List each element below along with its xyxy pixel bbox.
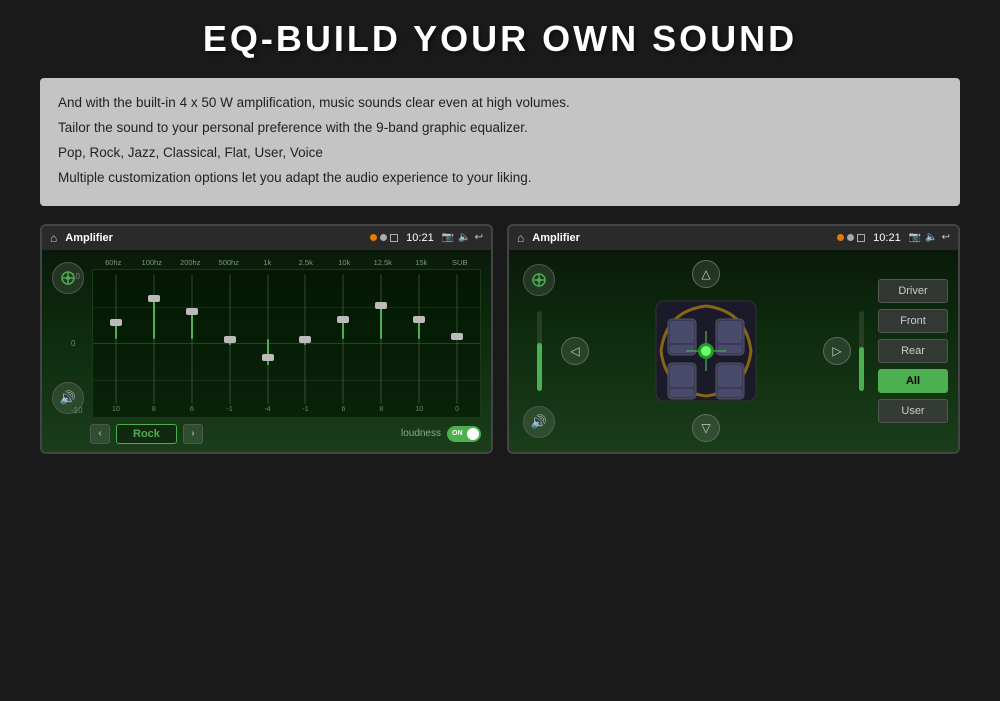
speaker-title: Amplifier — [532, 232, 833, 244]
eq-status-bar: ⌂ Amplifier 10:21 📷 🔈 ↩ — [42, 226, 491, 250]
car-seats-diagram — [646, 291, 766, 411]
toggle-knob — [467, 428, 479, 440]
eq-y-10: 10 — [71, 272, 83, 281]
speaker-status-bar: ⌂ Amplifier 10:21 📷 🔈 ↩ — [509, 226, 958, 250]
speaker-status-icons — [837, 234, 865, 242]
freq-60hz: 60hz — [101, 258, 125, 267]
speaker-camera-icon: 📷 — [909, 232, 921, 243]
eq-time: 10:21 — [406, 232, 434, 244]
zone-driver-btn[interactable]: Driver — [878, 279, 948, 303]
toggle-on-text: ON — [452, 430, 463, 437]
nav-left-icon: ◁ — [570, 344, 579, 358]
speaker-vol-icon: 🔈 — [925, 232, 937, 243]
zone-buttons: Driver Front Rear All User — [878, 258, 948, 444]
nav-right-icon: ▷ — [832, 344, 841, 358]
eq-title: Amplifier — [65, 232, 366, 244]
eq-y-neg10: -10 — [71, 406, 83, 415]
slider-10k-label: 6 — [341, 406, 345, 413]
zone-all-btn[interactable]: All — [878, 369, 948, 393]
freq-sub: SUB — [448, 258, 472, 267]
eq-home-icon[interactable]: ⌂ — [50, 231, 57, 245]
slider-1k-label: -4 — [264, 406, 270, 413]
slider-60hz-label: 10 — [112, 406, 120, 413]
eq-status-square — [390, 234, 398, 242]
freq-10k: 10k — [332, 258, 356, 267]
freq-12k5: 12.5k — [371, 258, 395, 267]
desc-line-1: And with the built-in 4 x 50 W amplifica… — [58, 92, 942, 115]
loudness-label: loudness — [401, 428, 441, 439]
eq-screen: ⌂ Amplifier 10:21 📷 🔈 ↩ — [40, 224, 493, 454]
speaker-home-icon[interactable]: ⌂ — [517, 231, 524, 245]
vol-bar-right — [859, 347, 864, 391]
speaker-status-square — [857, 234, 865, 242]
zone-rear-btn[interactable]: Rear — [878, 339, 948, 363]
freq-1k: 1k — [255, 258, 279, 267]
eq-vol-icon: 🔈 — [458, 232, 470, 243]
speaker-body: 🔊 △ ▽ — [509, 250, 958, 452]
desc-line-2: Tailor the sound to your personal prefer… — [58, 117, 942, 140]
slider-15k-label: 10 — [415, 406, 423, 413]
speaker-tune-icon[interactable] — [523, 264, 555, 296]
slider-12k5-label: 8 — [379, 406, 383, 413]
freq-15k: 15k — [409, 258, 433, 267]
eq-next-btn[interactable]: › — [183, 424, 203, 444]
zone-front-btn[interactable]: Front — [878, 309, 948, 333]
nav-right-btn[interactable]: ▷ — [823, 337, 851, 365]
eq-prev-btn[interactable]: ‹ — [90, 424, 110, 444]
eq-preset-label[interactable]: Rock — [116, 424, 177, 444]
slider-2k5-label: -1 — [302, 406, 308, 413]
freq-2k5: 2.5k — [294, 258, 318, 267]
desc-line-4: Multiple customization options let you a… — [58, 167, 942, 190]
eq-y-0: 0 — [71, 339, 83, 348]
eq-status-icons — [370, 234, 398, 242]
eq-camera-icon: 📷 — [442, 232, 454, 243]
nav-up-icon: △ — [701, 267, 710, 281]
speaker-status-dot-2 — [847, 234, 854, 241]
speaker-volume-icon[interactable]: 🔊 — [523, 406, 555, 438]
slider-200hz-label: 6 — [190, 406, 194, 413]
nav-left-btn[interactable]: ◁ — [561, 337, 589, 365]
zone-user-btn[interactable]: User — [878, 399, 948, 423]
freq-200hz: 200hz — [178, 258, 202, 267]
description-block: And with the built-in 4 x 50 W amplifica… — [40, 78, 960, 206]
desc-line-3: Pop, Rock, Jazz, Classical, Flat, User, … — [58, 142, 942, 165]
nav-up-btn[interactable]: △ — [692, 260, 720, 288]
nav-down-btn[interactable]: ▽ — [692, 414, 720, 442]
screens-row: ⌂ Amplifier 10:21 📷 🔈 ↩ — [40, 224, 960, 454]
vol-bar-left — [537, 343, 542, 391]
freq-100hz: 100hz — [140, 258, 164, 267]
speaker-back-icon[interactable]: ↩ — [942, 232, 950, 243]
nav-down-icon: ▽ — [701, 421, 710, 435]
eq-status-dot-2 — [380, 234, 387, 241]
eq-body: 🔊 60hz 100hz 200hz 500hz 1k 2.5k — [42, 250, 491, 452]
speaker-status-dot-1 — [837, 234, 844, 241]
slider-500hz-label: -1 — [227, 406, 233, 413]
speaker-time: 10:21 — [873, 232, 901, 244]
loudness-toggle[interactable]: ON — [447, 426, 481, 442]
eq-status-dot-1 — [370, 234, 377, 241]
page-title: EQ-BUILD YOUR OWN SOUND — [40, 18, 960, 60]
speaker-screen: ⌂ Amplifier 10:21 📷 🔈 ↩ — [507, 224, 960, 454]
loudness-control: loudness ON — [401, 426, 481, 442]
eq-back-icon[interactable]: ↩ — [475, 232, 483, 243]
slider-sub-label: 0 — [455, 406, 459, 413]
freq-500hz: 500hz — [217, 258, 241, 267]
slider-100hz-label: 8 — [152, 406, 156, 413]
